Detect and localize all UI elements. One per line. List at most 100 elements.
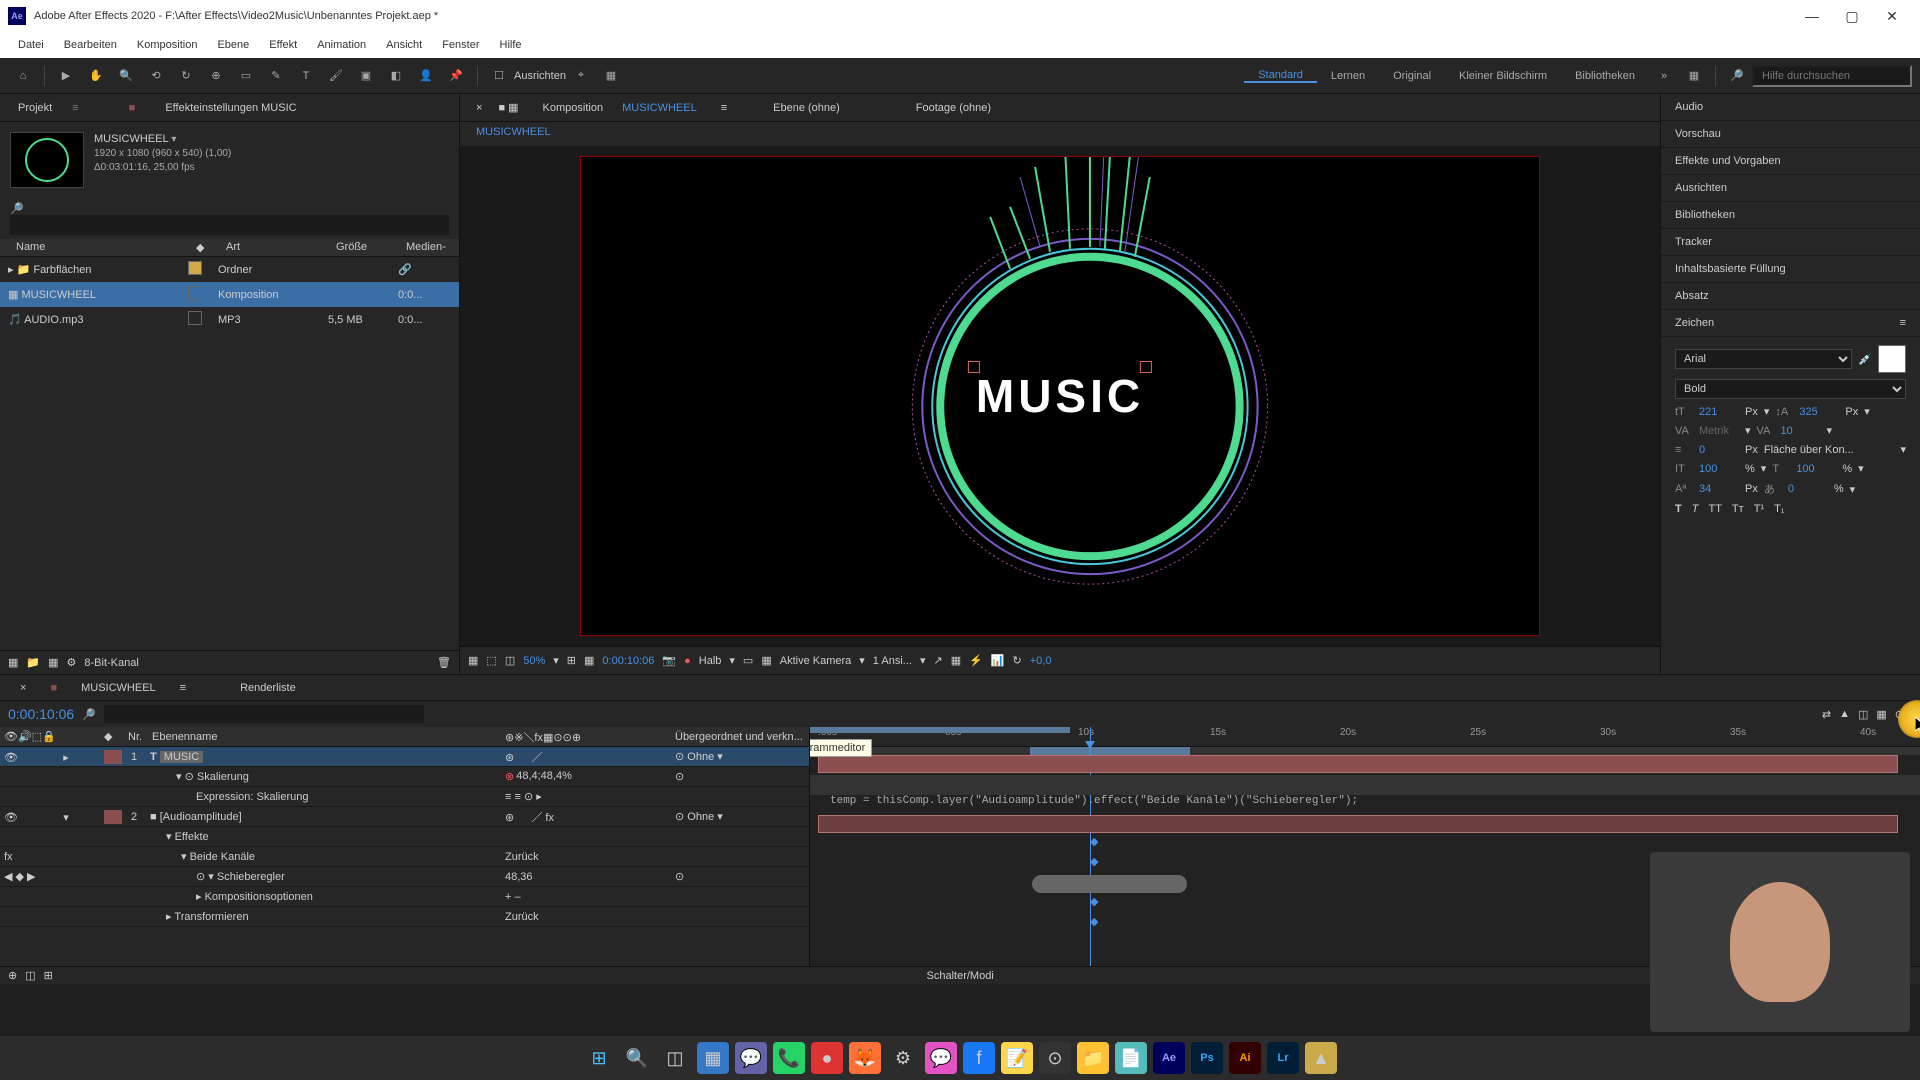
col-name[interactable]: Name [8, 241, 188, 254]
pen-tool-icon[interactable]: ✎ [264, 64, 288, 88]
audio-waveform[interactable] [1032, 875, 1187, 893]
orbit-tool-icon[interactable]: ⟲ [144, 64, 168, 88]
rotate-tool-icon[interactable]: ↻ [174, 64, 198, 88]
interpret-icon[interactable]: ▦ [8, 656, 18, 669]
toggle-icon2[interactable]: ◫ [25, 969, 35, 982]
fontsize-value[interactable]: 221 [1699, 406, 1739, 418]
share-icon[interactable]: ↗ [933, 654, 942, 667]
menu-ebene[interactable]: Ebene [207, 39, 259, 51]
canvas-text[interactable]: MUSIC [976, 369, 1144, 423]
col-art[interactable]: Art [218, 241, 328, 254]
tl-btn3-icon[interactable]: ◫ [1858, 708, 1868, 721]
menu-animation[interactable]: Animation [307, 39, 376, 51]
superscript-icon[interactable]: T¹ [1754, 503, 1764, 515]
fast-icon[interactable]: ⚡ [969, 654, 983, 667]
footer-timecode[interactable]: 0:00:10:06 [602, 655, 654, 667]
workspace-standard[interactable]: Standard [1244, 69, 1317, 83]
snap-checkbox[interactable]: ☐ [487, 64, 511, 88]
firefox-icon[interactable]: 🦊 [849, 1042, 881, 1074]
newfolder-icon[interactable]: 📁 [26, 656, 40, 669]
comp-thumbnail[interactable] [10, 132, 84, 188]
res-icon[interactable]: ⊞ [567, 654, 576, 667]
anchor-tool-icon[interactable]: ⊕ [204, 64, 228, 88]
tsume-value[interactable]: 0 [1788, 483, 1828, 495]
tl-btn4-icon[interactable]: ▦ [1876, 708, 1886, 721]
project-row-folder[interactable]: ▸ 📁 Farbflächen Ordner 🔗 [0, 257, 459, 282]
explorer-icon[interactable]: ▦ [697, 1042, 729, 1074]
prop-effekte[interactable]: ▾ Effekte [0, 827, 809, 847]
timeline-tab[interactable]: MUSICWHEEL [69, 682, 168, 694]
tab-layer[interactable]: Ebene (ohne) [765, 102, 848, 114]
brush-tool-icon[interactable]: 🖌 [324, 64, 348, 88]
mask-icon[interactable]: ⬚ [486, 654, 496, 667]
panel-zeichen[interactable]: Zeichen≡ [1661, 310, 1920, 337]
tl-btn2-icon[interactable]: ▲ [1839, 708, 1850, 720]
type-tool-icon[interactable]: T [294, 64, 318, 88]
tab-project[interactable]: Projekt [8, 102, 62, 114]
workspace-kleiner[interactable]: Kleiner Bildschirm [1445, 70, 1561, 82]
col-media[interactable]: Medien- [398, 241, 458, 254]
tab-renderliste[interactable]: Renderliste [228, 682, 308, 694]
alpha-icon[interactable]: ▦ [468, 654, 478, 667]
timeline-timecode[interactable]: 0:00:10:06 [8, 706, 74, 722]
prop-skalierung[interactable]: ▾ ⊙ Skalierung ⊗ 48,4;48,4% ⊙ [0, 767, 809, 787]
col-size[interactable]: Größe [328, 241, 398, 254]
close-button[interactable]: ✕ [1872, 0, 1912, 32]
work-area[interactable] [1030, 747, 1190, 755]
menu-datei[interactable]: Datei [8, 39, 54, 51]
rect-tool-icon[interactable]: ▭ [234, 64, 258, 88]
toggle-switch-icon[interactable]: ⊕ [8, 969, 17, 982]
allcaps-icon[interactable]: TT [1708, 503, 1721, 515]
app1-icon[interactable]: ● [811, 1042, 843, 1074]
panel-bibliotheken[interactable]: Bibliotheken [1661, 202, 1920, 229]
views-select[interactable]: 1 Ansi... [873, 655, 912, 667]
bold-icon[interactable]: T [1675, 503, 1682, 515]
panel-ausrichten[interactable]: Ausrichten [1661, 175, 1920, 202]
panel-effekte[interactable]: Effekte und Vorgaben [1661, 148, 1920, 175]
prop-transformieren[interactable]: ▸ Transformieren Zurück [0, 907, 809, 927]
panel-absatz[interactable]: Absatz [1661, 283, 1920, 310]
stamp-tool-icon[interactable]: ▣ [354, 64, 378, 88]
minimize-button[interactable]: — [1792, 0, 1832, 32]
puppet-tool-icon[interactable]: 📌 [444, 64, 468, 88]
app3-icon[interactable]: ▲ [1305, 1042, 1337, 1074]
taskbar-search-icon[interactable]: 🔍 [621, 1042, 653, 1074]
timeline-ruler[interactable]: :00s 05s 10s 15s 20s 25s 30s 35s 40s [810, 727, 1920, 747]
reset-icon[interactable]: ↻ [1013, 654, 1022, 667]
col-label-icon[interactable]: ◆ [188, 241, 218, 254]
notepad-icon[interactable]: 📄 [1115, 1042, 1147, 1074]
messenger-icon[interactable]: 💬 [925, 1042, 957, 1074]
switch-mode-label[interactable]: Schalter/Modi [61, 970, 1860, 982]
leading-value[interactable]: 325 [1799, 406, 1839, 418]
menu-bearbeiten[interactable]: Bearbeiten [54, 39, 127, 51]
fill-swatch[interactable] [1878, 345, 1906, 373]
tab-footage[interactable]: Footage (ohne) [908, 102, 999, 114]
exposure-value[interactable]: +0,0 [1030, 655, 1052, 667]
settings-icon[interactable]: ⚙ [67, 656, 77, 669]
kerning-value[interactable]: Metrik [1699, 425, 1739, 437]
smallcaps-icon[interactable]: Tᴛ [1732, 503, 1744, 515]
project-search-input[interactable] [10, 215, 449, 235]
font-weight-select[interactable]: Bold [1675, 379, 1906, 399]
pixel-icon[interactable]: ▦ [951, 654, 961, 667]
stage[interactable]: MUSIC [580, 156, 1540, 636]
workspace-original[interactable]: Original [1379, 70, 1445, 82]
transparency-icon[interactable]: ▦ [761, 654, 771, 667]
timeline-search-input[interactable] [104, 705, 424, 723]
selection-tool-icon[interactable]: ▶ [54, 64, 78, 88]
layer-1[interactable]: 👁 ▸ 1 T MUSIC ⊛ ／ ⊙ Ohne ▾ [0, 747, 809, 767]
layer1-bar[interactable] [818, 755, 1898, 773]
illustrator-icon[interactable]: Ai [1229, 1042, 1261, 1074]
menu-effekt[interactable]: Effekt [259, 39, 307, 51]
tl-btn1-icon[interactable]: ⇄ [1822, 708, 1831, 721]
prop-beide-kanaele[interactable]: fx ▾ Beide Kanäle Zurück [0, 847, 809, 867]
col-layername[interactable]: Ebenenname [152, 731, 505, 743]
menu-fenster[interactable]: Fenster [432, 39, 489, 51]
workspace-more-icon[interactable]: » [1652, 64, 1676, 88]
menu-komposition[interactable]: Komposition [127, 39, 208, 51]
workspace-panel-icon[interactable]: ▦ [1682, 64, 1706, 88]
graph-icon[interactable]: 📊 [991, 654, 1005, 667]
tab-effect-settings[interactable]: Effekteinstellungen MUSIC [155, 102, 306, 114]
expression-code[interactable]: temp = thisComp.layer("Audioamplitude").… [830, 795, 1358, 807]
help-search-input[interactable] [1752, 65, 1912, 87]
